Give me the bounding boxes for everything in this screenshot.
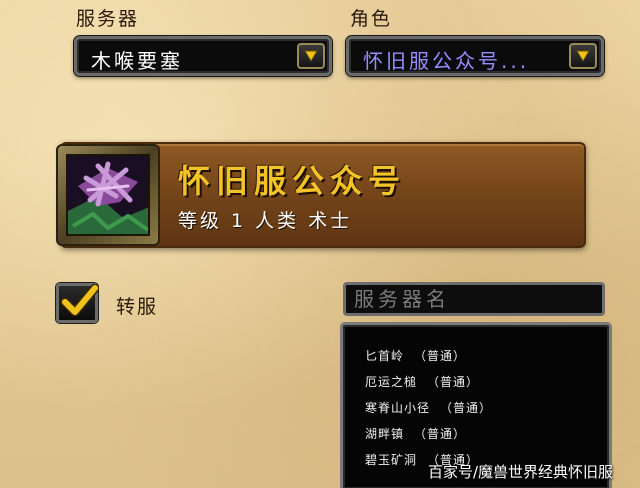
- transfer-checkbox[interactable]: [56, 283, 99, 323]
- character-dropdown[interactable]: 怀旧服公众号...: [346, 36, 604, 76]
- portrait-frame: [56, 144, 160, 246]
- server-dropdown-button[interactable]: [297, 43, 325, 69]
- chevron-down-icon: [576, 50, 590, 62]
- checkmark-icon: [60, 284, 99, 317]
- character-info: 等级 1 人类 术士: [178, 210, 353, 232]
- server-dropdown-value: 木喉要塞: [91, 49, 183, 73]
- server-type: （普通）: [414, 427, 467, 441]
- server-search-box[interactable]: [343, 282, 605, 316]
- server-list-item[interactable]: 厄运之槌 （普通）: [343, 369, 609, 395]
- transfer-label: 转服: [116, 296, 159, 318]
- character-dropdown-button[interactable]: [569, 43, 597, 69]
- server-type: （普通）: [440, 401, 493, 415]
- server-name: 厄运之槌: [365, 375, 418, 389]
- server-search-input[interactable]: [346, 285, 602, 313]
- server-type: （普通）: [427, 375, 480, 389]
- server-type: （普通）: [414, 349, 467, 363]
- server-label: 服务器: [76, 8, 140, 30]
- character-name: 怀旧服公众号: [178, 162, 407, 200]
- server-list-item[interactable]: 湖畔镇 （普通）: [343, 421, 609, 447]
- warlock-portrait-icon: [66, 154, 150, 236]
- watermark: 百家号/魔兽世界经典怀旧服: [428, 463, 614, 481]
- server-name: 湖畔镇: [365, 427, 405, 441]
- server-dropdown[interactable]: 木喉要塞: [74, 36, 332, 76]
- character-label: 角色: [350, 8, 393, 30]
- character-dropdown-value: 怀旧服公众号...: [363, 49, 530, 73]
- server-name: 寒脊山小径: [365, 401, 431, 415]
- server-name: 碧玉矿洞: [365, 453, 418, 467]
- server-list-item[interactable]: 匕首岭 （普通）: [343, 343, 609, 369]
- chevron-down-icon: [304, 50, 318, 62]
- server-list-item[interactable]: 寒脊山小径 （普通）: [343, 395, 609, 421]
- server-name: 匕首岭: [365, 349, 405, 363]
